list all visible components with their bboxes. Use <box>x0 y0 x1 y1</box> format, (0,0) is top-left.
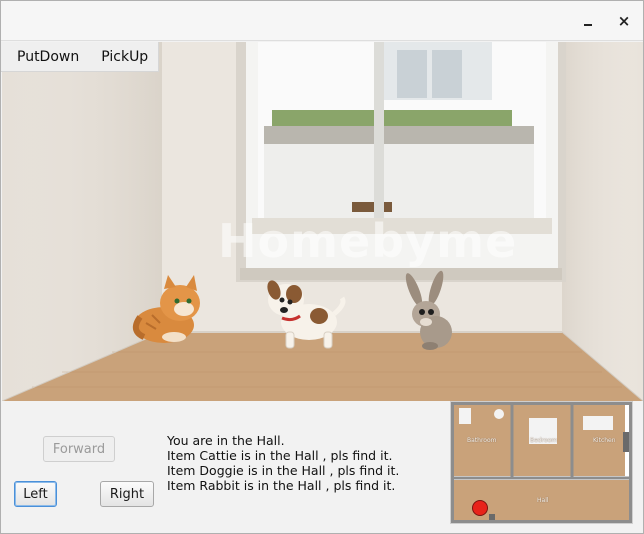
room-label-hall: Hall <box>537 497 549 504</box>
minimize-button[interactable] <box>579 12 597 30</box>
right-button[interactable]: Right <box>100 481 154 507</box>
title-bar[interactable]: × <box>1 1 643 41</box>
watermark: Homebyme <box>218 214 518 268</box>
room-label-bathroom: Bathroom <box>467 437 497 444</box>
message-log: You are in the Hall. Item Cattie is in t… <box>167 433 447 493</box>
room-label-bedroom: Bedroom <box>530 437 558 444</box>
minimize-icon <box>584 24 592 26</box>
left-button[interactable]: Left <box>14 481 57 507</box>
forward-button[interactable]: Forward <box>43 436 115 462</box>
close-icon: × <box>617 12 631 30</box>
menu-putdown[interactable]: PutDown <box>9 49 87 65</box>
message-line: Item Doggie is in the Hall , pls find it… <box>167 463 400 478</box>
room-label-kitchen: Kitchen <box>593 437 616 444</box>
menu-bar: PutDown PickUp <box>1 42 159 72</box>
app-window: × Homebyme PutDown PickUp Forward Left R… <box>0 0 644 534</box>
message-line: You are in the Hall. <box>167 433 285 448</box>
close-button[interactable]: × <box>615 12 633 30</box>
player-location-marker <box>472 500 488 516</box>
menu-pickup[interactable]: PickUp <box>93 49 156 65</box>
room-view: Homebyme <box>2 42 643 401</box>
floor-plan-minimap: Bathroom Bedroom Kitchen Hall <box>450 401 633 524</box>
message-line: Item Rabbit is in the Hall , pls find it… <box>167 478 396 493</box>
message-line: Item Cattie is in the Hall , pls find it… <box>167 448 393 463</box>
